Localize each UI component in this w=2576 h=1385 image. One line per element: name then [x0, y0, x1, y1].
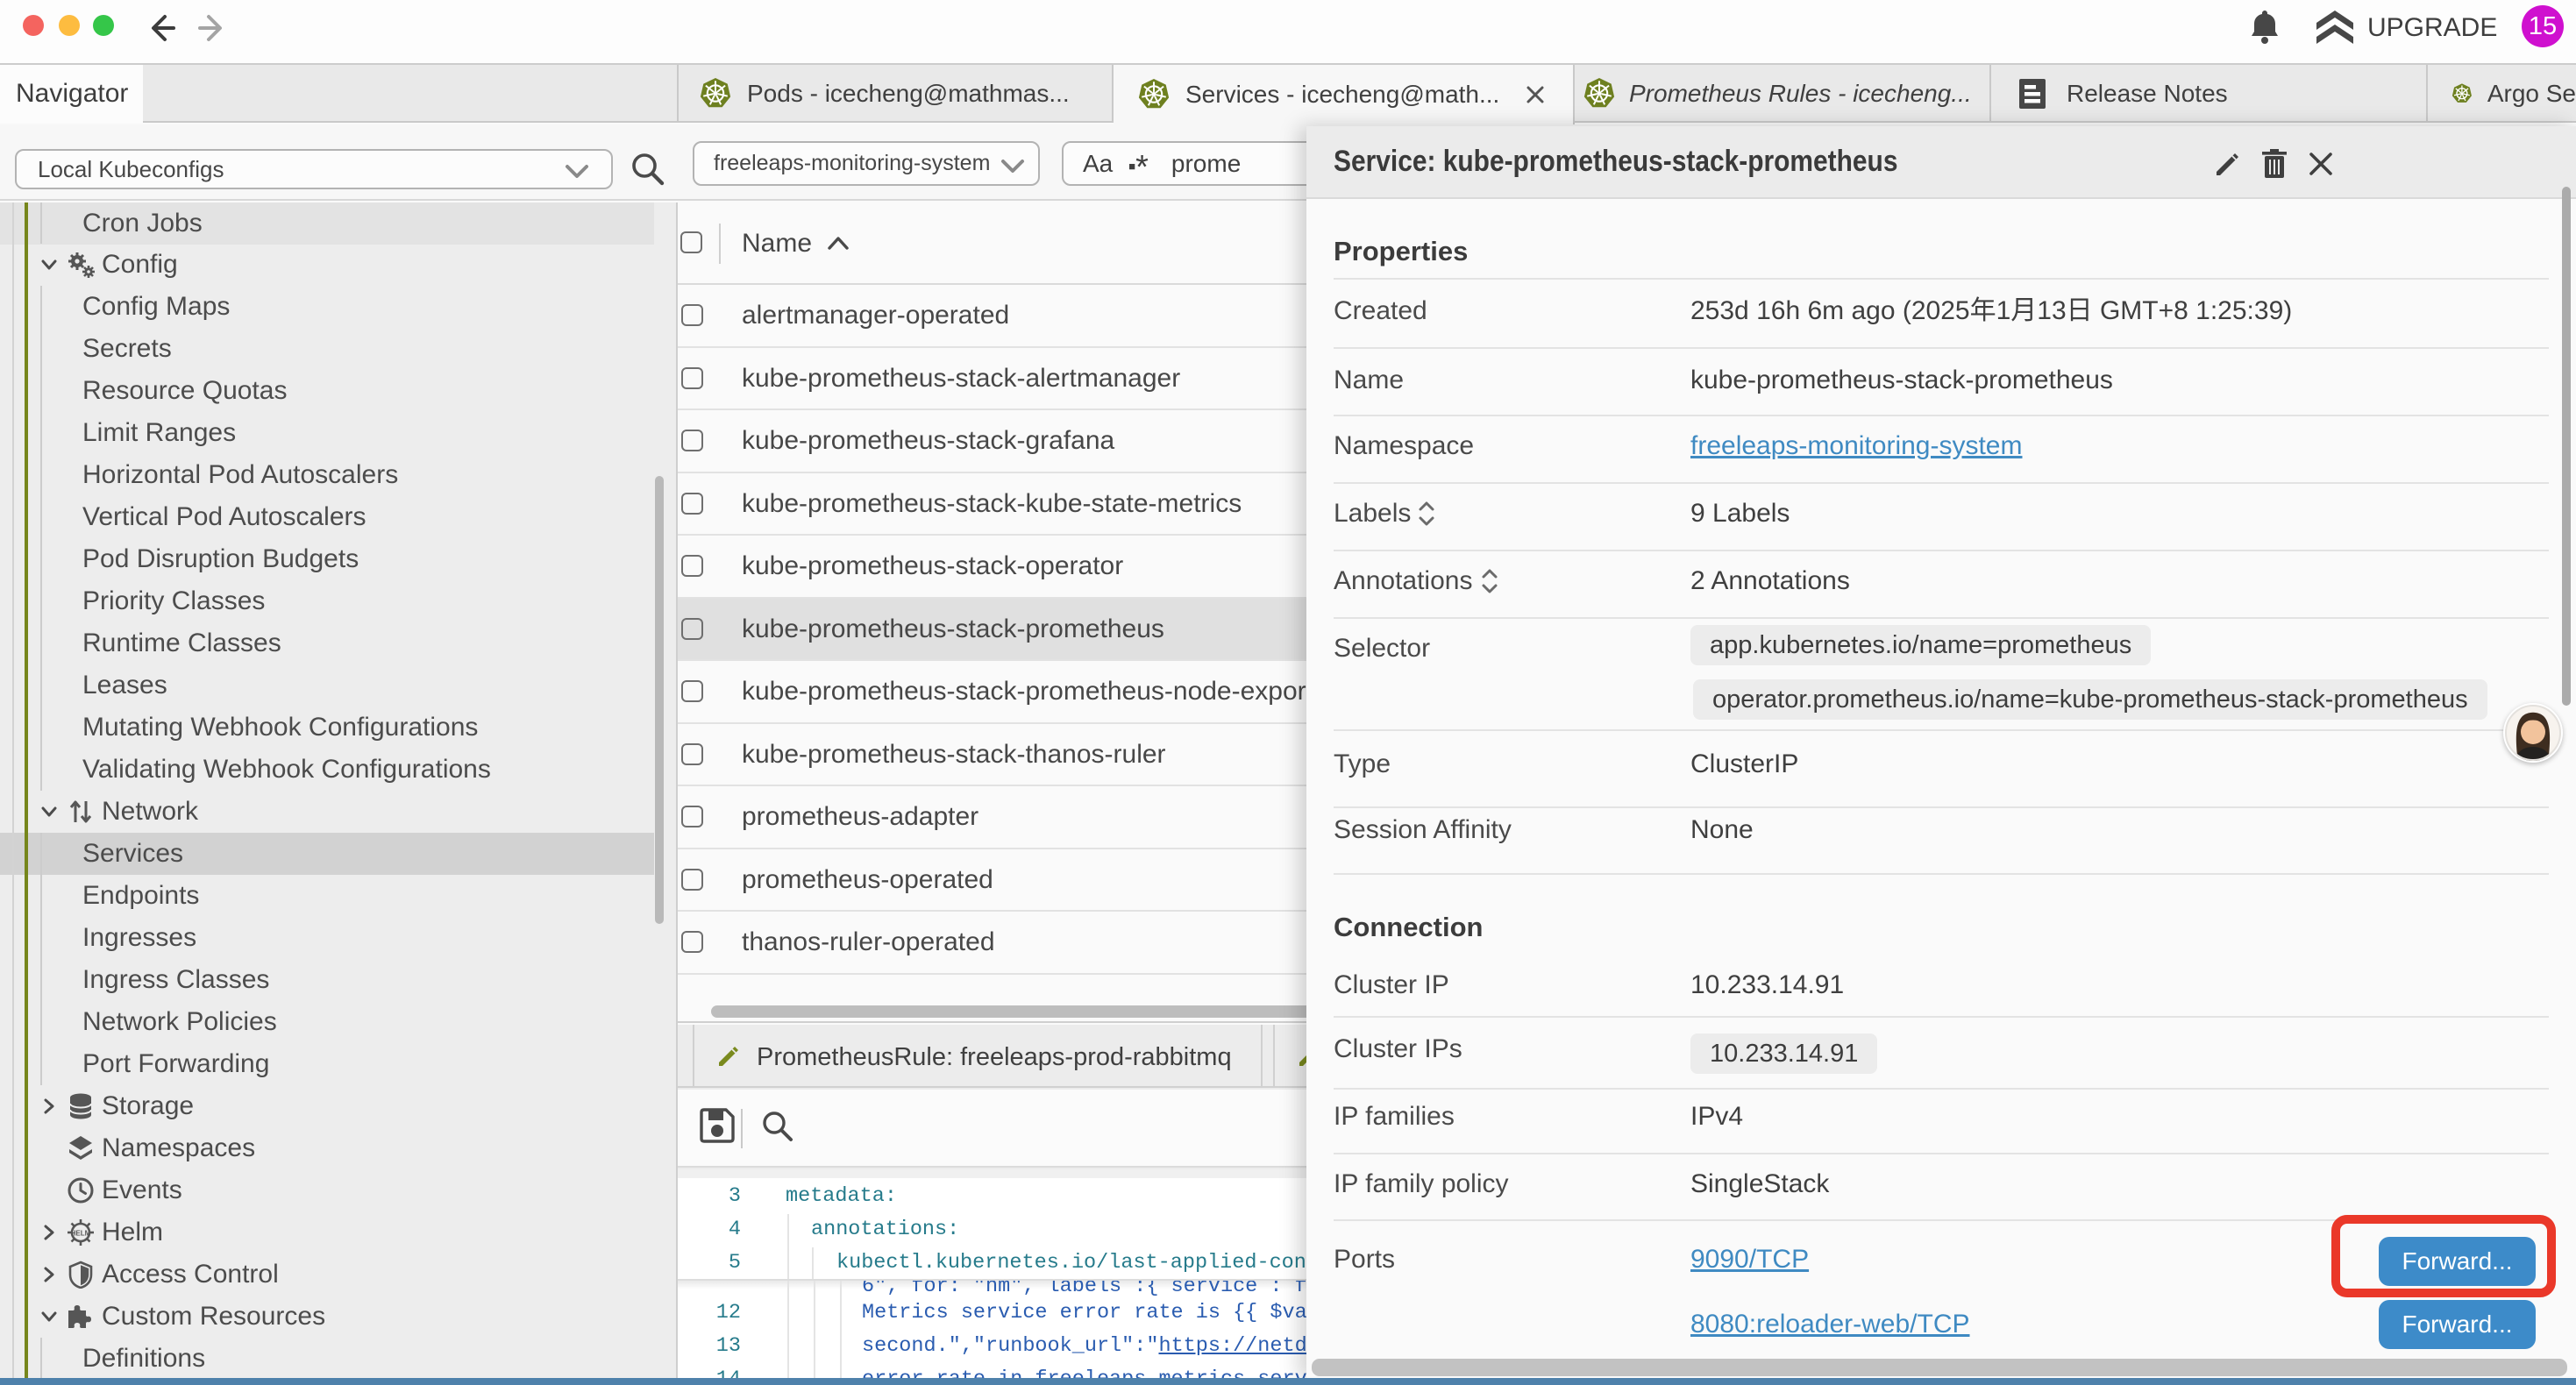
svg-text:HELM: HELM: [71, 1230, 91, 1238]
